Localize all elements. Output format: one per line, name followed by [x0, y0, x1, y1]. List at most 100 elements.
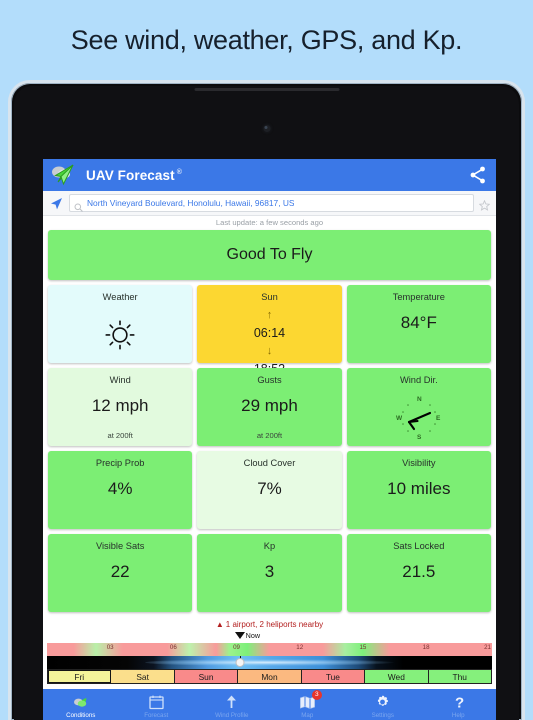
card-wind[interactable]: Wind 12 mph at 200ft	[48, 368, 193, 446]
day-fri[interactable]: Fri	[48, 670, 112, 683]
registered-mark: ®	[176, 169, 182, 176]
svg-text:?: ?	[455, 694, 464, 710]
day-tue[interactable]: Tue	[301, 670, 366, 683]
device-speaker	[194, 88, 339, 91]
airport-warning-text: 1 airport, 2 heliports nearby	[225, 620, 324, 629]
now-label: Now	[245, 631, 261, 640]
question-mark-icon: ?	[450, 694, 467, 711]
nav-label: Forecast	[144, 711, 169, 719]
card-temperature[interactable]: Temperature 84°F	[346, 285, 491, 363]
forecast-timeline[interactable]: Now 03 06 09 12 15 18 21 Fri Sat Sun Mon…	[43, 632, 496, 684]
nav-label: Help	[451, 711, 465, 719]
hour-tick: 09	[233, 644, 241, 651]
compass-e: E	[436, 415, 441, 422]
day-wed[interactable]: Wed	[365, 670, 429, 683]
hour-tick: 18	[422, 644, 430, 651]
sunrise-arrow-icon: ↑	[266, 309, 273, 321]
warning-triangle-icon: ▲	[215, 620, 224, 629]
card-visibility[interactable]: Visibility 10 miles	[346, 451, 491, 529]
nav-item-map[interactable]: 3 Map	[270, 689, 346, 720]
card-label: Kp	[263, 541, 276, 551]
card-visible-sats[interactable]: Visible Sats 22	[48, 534, 193, 612]
card-wind-direction[interactable]: Wind Dir. N E S W	[346, 368, 491, 447]
day-label: Fri	[74, 671, 85, 682]
card-row: Precip Prob 4% Cloud Cover 7% Visibility…	[48, 451, 491, 529]
card-value: 4%	[107, 479, 133, 498]
hour-tick: 06	[169, 644, 177, 651]
card-sun[interactable]: Sun ↑ 06:14 ↓ 18:52	[197, 285, 342, 376]
page-title: See wind, weather, GPS, and Kp.	[70, 24, 463, 55]
share-icon[interactable]	[468, 165, 488, 185]
day-label: Thu	[452, 671, 467, 682]
timeline-now-row: Now	[47, 632, 492, 643]
day-label: Mon	[261, 671, 278, 682]
search-input-value: North Vineyard Boulevard, Honolulu, Hawa…	[87, 198, 295, 208]
card-value: 12 mph	[91, 396, 149, 415]
card-weather[interactable]: Weather	[48, 285, 193, 363]
up-arrow-icon	[223, 694, 240, 710]
nav-item-help[interactable]: ? Help	[421, 689, 497, 720]
card-sub: at 200ft	[256, 431, 283, 440]
timeline-hour-strip[interactable]: 03 06 09 12 15 18 21	[47, 643, 492, 656]
hour-tick: 03	[106, 644, 114, 651]
day-sat[interactable]: Sat	[111, 670, 175, 683]
card-row: Weather Sun ↑ 06:14 ↓ Temperature 84°F	[48, 285, 491, 376]
hour-tick: 21	[484, 644, 491, 651]
card-precip-prob[interactable]: Precip Prob 4%	[48, 451, 193, 529]
card-label: Sun	[261, 292, 278, 302]
card-kp[interactable]: Kp 3	[197, 534, 342, 612]
day-sun[interactable]: Sun	[174, 670, 239, 683]
card-sats-locked[interactable]: Sats Locked 21.5	[346, 534, 491, 612]
day-mon[interactable]: Mon	[238, 670, 302, 683]
search-input[interactable]: North Vineyard Boulevard, Honolulu, Hawa…	[69, 194, 474, 212]
sunrise-time: 06:14	[253, 326, 286, 341]
card-value: 84°F	[400, 313, 437, 332]
compass-s: S	[417, 434, 422, 441]
card-value: 7%	[257, 479, 282, 498]
card-value: 29 mph	[241, 396, 298, 415]
search-icon	[74, 199, 83, 212]
sunrise-row: ↑ 06:14	[197, 307, 341, 343]
card-value: 10 miles	[387, 479, 451, 498]
app-bar: UAV Forecast ®	[43, 159, 496, 191]
nav-label: Settings	[371, 711, 394, 719]
app-title: UAV Forecast ®	[86, 168, 182, 183]
day-label: Sat	[136, 671, 149, 682]
card-cloud-cover[interactable]: Cloud Cover 7%	[197, 451, 342, 529]
card-value: 22	[110, 562, 130, 581]
hour-tick: 15	[359, 644, 367, 651]
compass-n: N	[417, 396, 422, 403]
timeline-day-selector[interactable]: Fri Sat Sun Mon Tue Wed Thu	[47, 669, 492, 684]
daylight-glow	[144, 659, 395, 666]
nav-label: Wind Profile	[215, 711, 249, 719]
conditions-cards: Good To Fly Weather Sun ↑ 06:14 ↓ Temper…	[43, 230, 496, 612]
nav-item-conditions[interactable]: Conditions	[43, 689, 119, 720]
timeline-scrubber-knob[interactable]	[235, 658, 245, 667]
card-label: Weather	[102, 292, 138, 302]
nav-item-forecast[interactable]: Forecast	[119, 689, 195, 720]
nav-item-wind-profile[interactable]: Wind Profile	[194, 689, 270, 720]
day-label: Wed	[387, 671, 405, 682]
flight-status-banner[interactable]: Good To Fly	[48, 230, 491, 280]
timeline-daylight-strip[interactable]	[47, 656, 492, 669]
card-label: Cloud Cover	[243, 458, 296, 468]
favorite-star-icon[interactable]	[478, 198, 491, 211]
day-label: Sun	[198, 671, 214, 682]
location-search-row: North Vineyard Boulevard, Honolulu, Hawa…	[43, 191, 496, 216]
nav-item-settings[interactable]: Settings	[345, 689, 421, 720]
card-label: Visibility	[402, 458, 436, 468]
compass-icon: N E S W	[392, 392, 446, 447]
day-thu[interactable]: Thu	[428, 670, 491, 683]
card-label: Sats Locked	[393, 541, 445, 551]
now-pointer-icon	[234, 632, 245, 639]
card-row: Visible Sats 22 Kp 3 Sats Locked 21.5	[48, 534, 491, 612]
navigation-arrow-icon[interactable]	[49, 196, 64, 211]
card-row: Wind 12 mph at 200ft Gusts 29 mph at 200…	[48, 368, 491, 446]
device-camera	[263, 125, 270, 132]
card-label: Temperature	[392, 292, 445, 302]
card-gusts[interactable]: Gusts 29 mph at 200ft	[197, 368, 342, 446]
airport-warning[interactable]: ▲ 1 airport, 2 heliports nearby	[43, 617, 496, 632]
app-title-text: UAV Forecast	[86, 167, 175, 183]
map-icon: 3	[299, 689, 322, 710]
last-update-text: Last update: a few seconds ago	[43, 216, 496, 230]
